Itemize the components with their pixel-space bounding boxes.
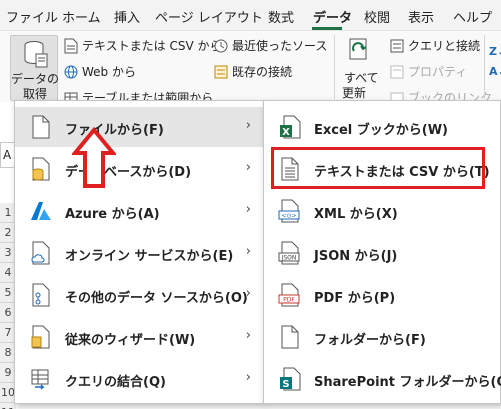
chevron-right-icon: ›: [245, 244, 251, 259]
existing-connections-label: 既存の接続: [232, 65, 293, 79]
chevron-right-icon: ›: [245, 286, 251, 301]
refresh-all-button[interactable]: すべて 更新: [338, 35, 380, 101]
from-text-csv-button[interactable]: テキストまたは CSV から: [64, 37, 221, 54]
tab-data[interactable]: データ: [313, 7, 352, 26]
menu-item-from-online-services[interactable]: オンライン サービスから(E) ›: [15, 233, 263, 273]
tab-help[interactable]: ヘルプ: [453, 7, 492, 26]
submenu-item-label: フォルダーから(F): [314, 333, 426, 348]
properties-button[interactable]: プロパティ: [390, 63, 467, 80]
submenu-item-label: XML から(X): [314, 207, 398, 222]
svg-text:PDF: PDF: [283, 297, 295, 304]
sort-az-icon[interactable]: Z↓: [489, 45, 501, 58]
database-icon: [32, 157, 50, 181]
properties-icon: [390, 65, 404, 78]
menu-item-from-file[interactable]: ファイルから(F) ›: [15, 107, 263, 147]
chevron-right-icon: ›: [245, 328, 251, 343]
properties-label: プロパティ: [408, 65, 468, 79]
file-icon: [32, 115, 50, 139]
pdf-icon: PDF: [278, 283, 300, 307]
sort-za-icon[interactable]: A↓: [489, 65, 501, 78]
chevron-right-icon: ›: [245, 202, 251, 217]
tab-home[interactable]: ホーム: [62, 7, 101, 26]
tab-review[interactable]: 校閲: [364, 7, 390, 26]
submenu-item-xml[interactable]: <⊙> XML から(X): [264, 191, 500, 231]
json-icon: JSON: [278, 241, 300, 265]
text-file-icon: [64, 38, 78, 53]
from-web-button[interactable]: Web から: [64, 63, 136, 80]
svg-text:JSON: JSON: [281, 255, 297, 262]
tab-view[interactable]: 表示: [408, 7, 434, 26]
recent-sources-label: 最近使ったソース: [232, 39, 328, 53]
get-data-button[interactable]: データの 取得: [10, 35, 59, 101]
submenu-item-json[interactable]: JSON JSON から(J): [264, 233, 500, 273]
queries-connections-label: クエリと接続: [408, 39, 481, 53]
chevron-right-icon: ›: [245, 370, 251, 385]
tab-page-layout[interactable]: ページ レイアウト: [155, 7, 263, 26]
clock-icon: [214, 39, 228, 52]
highlight-annotation-box: [271, 147, 485, 189]
chevron-right-icon: ›: [245, 118, 251, 133]
menu-item-from-database[interactable]: データベースから(D) ›: [15, 149, 263, 189]
ribbon-separator-2: [484, 35, 485, 99]
submenu-item-label: Excel ブックから(W): [314, 123, 448, 138]
menu-item-label: クエリの結合(Q): [65, 375, 166, 390]
ribbon-separator: [334, 35, 335, 99]
chevron-right-icon: ›: [245, 160, 251, 175]
globe-icon: [64, 65, 78, 78]
legacy-wizard-icon: [31, 325, 50, 349]
other-source-icon: [32, 283, 50, 307]
submenu-item-label: SharePoint フォルダーから(O): [314, 375, 501, 390]
combine-query-icon: [31, 369, 49, 390]
menu-item-label: Azure から(A): [65, 207, 160, 222]
from-web-label: Web から: [82, 65, 136, 79]
tab-file[interactable]: ファイル: [6, 7, 58, 26]
menu-item-from-other-sources[interactable]: その他のデータ ソースから(O) ›: [15, 275, 263, 315]
queries-icon: [390, 39, 404, 52]
menu-item-label: オンライン サービスから(E): [65, 249, 234, 264]
tab-formulas[interactable]: 数式: [268, 7, 294, 26]
refresh-icon: [349, 38, 367, 60]
menu-item-label: その他のデータ ソースから(O): [65, 291, 248, 306]
submenu-item-label: PDF から(P): [314, 291, 396, 306]
sharepoint-icon: S: [280, 367, 301, 391]
submenu-item-label: JSON から(J): [314, 249, 398, 264]
tab-insert[interactable]: 挿入: [114, 7, 140, 26]
folder-file-icon: [281, 325, 299, 349]
database-icon: [24, 41, 48, 68]
ribbon: データの 取得 テキストまたは CSV から Web から テーブルまたは範囲か…: [0, 30, 501, 105]
svg-text:X: X: [282, 127, 290, 138]
existing-connections-button[interactable]: 既存の接続: [214, 63, 292, 80]
submenu-item-folder[interactable]: フォルダーから(F): [264, 317, 500, 357]
queries-connections-button[interactable]: クエリと接続: [390, 37, 480, 54]
menu-item-from-azure[interactable]: Azure から(A) ›: [15, 191, 263, 231]
menu-bar: ファイル ホーム 挿入 ページ レイアウト 数式 データ 校閲 表示 ヘルプ: [0, 0, 501, 30]
excel-icon: X: [280, 115, 301, 139]
submenu-item-sharepoint-folder[interactable]: S SharePoint フォルダーから(O): [264, 359, 501, 399]
menu-item-label: 従来のウィザード(W): [65, 333, 196, 348]
submenu-item-excel-workbook[interactable]: X Excel ブックから(W): [264, 107, 500, 147]
azure-icon: [31, 202, 51, 220]
from-file-submenu: X Excel ブックから(W) テキストまたは CSV から(T) <⊙> X…: [263, 100, 501, 404]
cloud-icon: [31, 241, 50, 265]
up-arrow-annotation-icon: [72, 127, 116, 188]
svg-text:<⊙>: <⊙>: [281, 213, 296, 220]
connections-icon: [214, 65, 228, 78]
menu-item-combine-queries[interactable]: クエリの結合(Q) ›: [15, 359, 263, 399]
menu-item-legacy-wizards[interactable]: 従来のウィザード(W) ›: [15, 317, 263, 357]
submenu-item-pdf[interactable]: PDF PDF から(P): [264, 275, 500, 315]
xml-icon: <⊙>: [278, 199, 300, 223]
from-text-csv-label: テキストまたは CSV から: [82, 39, 222, 53]
refresh-all-label-2: 更新: [342, 86, 367, 100]
recent-sources-button[interactable]: 最近使ったソース: [214, 37, 327, 54]
svg-text:S: S: [282, 379, 289, 390]
get-data-menu: ファイルから(F) › データベースから(D) › Azure から(A) › …: [14, 100, 264, 404]
